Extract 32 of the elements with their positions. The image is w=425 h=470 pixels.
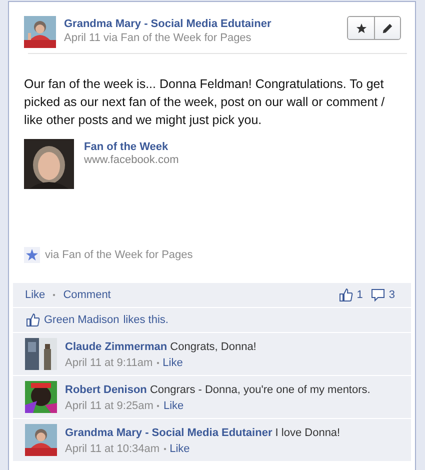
attachment-title-link[interactable]: Fan of the Week xyxy=(84,141,179,153)
attachment-url: www.facebook.com xyxy=(84,154,179,166)
post-text: Our fan of the week is... Donna Feldman! Congratulations. To get picked as our next fan of the week, post on our wall or comment / like other posts and we might just pick you. xyxy=(24,76,386,129)
commenter-link[interactable]: Robert Denison xyxy=(65,384,147,396)
pencil-icon xyxy=(382,22,393,34)
liker-link[interactable]: Green Madison xyxy=(44,314,120,326)
comment-text: Claude Zimmerman Congrats, Donna! xyxy=(65,340,256,355)
comments-count[interactable]: 3 xyxy=(388,289,395,301)
comment-time: April 11 at 9:11am xyxy=(65,357,153,369)
commenter-link[interactable]: Claude Zimmerman xyxy=(65,341,168,353)
post-meta: April 11 via Fan of the Week for Pages xyxy=(64,32,252,44)
comment-text: Robert Denison Congrars - Donna, you're one of my mentors. xyxy=(65,383,370,398)
like-link[interactable]: Like xyxy=(162,357,183,369)
action-link[interactable]: Comment xyxy=(63,289,111,301)
comment-icon[interactable] xyxy=(370,288,385,302)
comment-time: April 11 at 9:25am xyxy=(65,400,154,412)
action-link[interactable]: Like xyxy=(25,289,46,301)
like-link[interactable]: Like xyxy=(163,400,184,412)
author-link[interactable]: Grandma Mary - Social Media Edutainer xyxy=(64,18,272,30)
comment-text: Grandma Mary - Social Media Edutainer I love Donna! xyxy=(65,426,340,441)
thumbs-up-icon[interactable] xyxy=(338,288,353,302)
likes-text: likes this. xyxy=(123,314,168,326)
star-button[interactable] xyxy=(348,17,374,39)
edit-button[interactable] xyxy=(374,17,400,39)
via-text: via Fan of the Week for Pages xyxy=(45,249,193,261)
comment-time: April 11 at 10:34am xyxy=(65,443,160,455)
thumbs-up-icon xyxy=(26,313,40,327)
star-icon xyxy=(24,247,40,263)
likes-count[interactable]: 1 xyxy=(356,289,363,301)
star-icon xyxy=(356,22,366,34)
commenter-link[interactable]: Grandma Mary - Social Media Edutainer xyxy=(65,427,272,439)
like-link[interactable]: Like xyxy=(170,443,190,455)
